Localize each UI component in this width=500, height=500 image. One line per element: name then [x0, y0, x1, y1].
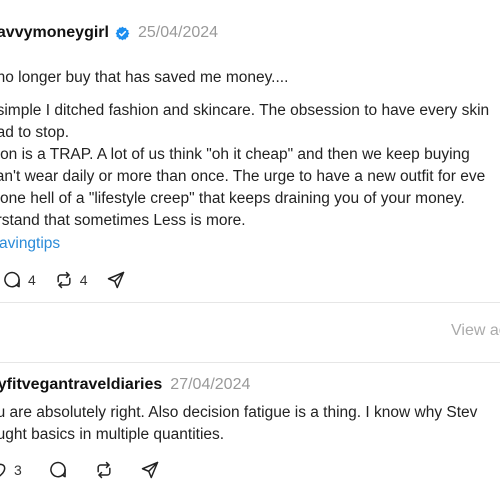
- repost-icon: [54, 270, 74, 290]
- reply-text-line: ought basics in multiple quantities.: [0, 426, 225, 443]
- reply-share-button[interactable]: [140, 460, 160, 480]
- post-text-line: hion is a TRAP. A lot of us think "oh it…: [0, 146, 470, 163]
- post-hashtag[interactable]: avingtips: [0, 233, 60, 255]
- share-button[interactable]: [106, 270, 126, 290]
- repost-button[interactable]: 4: [54, 270, 88, 290]
- post-text-line: can't wear daily or more than once. The …: [0, 168, 486, 185]
- comment-icon: [2, 270, 22, 290]
- reply-date: 27/04/2024: [170, 376, 251, 393]
- view-activity-link[interactable]: View ac: [451, 322, 500, 340]
- reply-repost-button[interactable]: [94, 460, 114, 480]
- comment-count: 4: [28, 272, 36, 288]
- share-icon: [140, 460, 160, 480]
- post-text-line: had to stop.: [0, 124, 70, 141]
- reply-divider: [0, 362, 500, 363]
- comment-button[interactable]: 4: [2, 270, 36, 290]
- reply-comment-button[interactable]: [48, 460, 68, 480]
- like-count: 3: [14, 462, 22, 478]
- post-text-line: I no longer buy that has saved me money.…: [0, 69, 289, 86]
- post-text-line: erstand that sometimes Less is more.: [0, 212, 246, 229]
- like-icon: [0, 460, 8, 480]
- post-actions: 4 4: [2, 270, 144, 290]
- comment-icon: [48, 460, 68, 480]
- post-date: 25/04/2024: [137, 24, 219, 41]
- post-divider: [0, 302, 500, 303]
- reply-username[interactable]: nyfitvegantraveldiaries: [0, 376, 162, 394]
- reply-text-line: ou are absolutely right. Also decision f…: [0, 404, 478, 421]
- thread-view: savvymoneygirl 25/04/2024 I no longer bu…: [0, 0, 500, 500]
- verified-icon: [115, 26, 130, 41]
- reply-actions: 3: [0, 460, 178, 480]
- post-author-row: savvymoneygirl 25/04/2024: [0, 24, 218, 42]
- reply-author-row: nyfitvegantraveldiaries 27/04/2024: [0, 376, 250, 394]
- like-button[interactable]: 3: [0, 460, 22, 480]
- share-icon: [106, 270, 126, 290]
- post-username[interactable]: savvymoneygirl: [0, 24, 109, 42]
- post-text-line: s one hell of a "lifestyle creep" that k…: [0, 190, 465, 207]
- post-text-line: t simple I ditched fashion and skincare.…: [0, 102, 490, 119]
- repost-icon: [94, 460, 114, 480]
- repost-count: 4: [79, 272, 88, 288]
